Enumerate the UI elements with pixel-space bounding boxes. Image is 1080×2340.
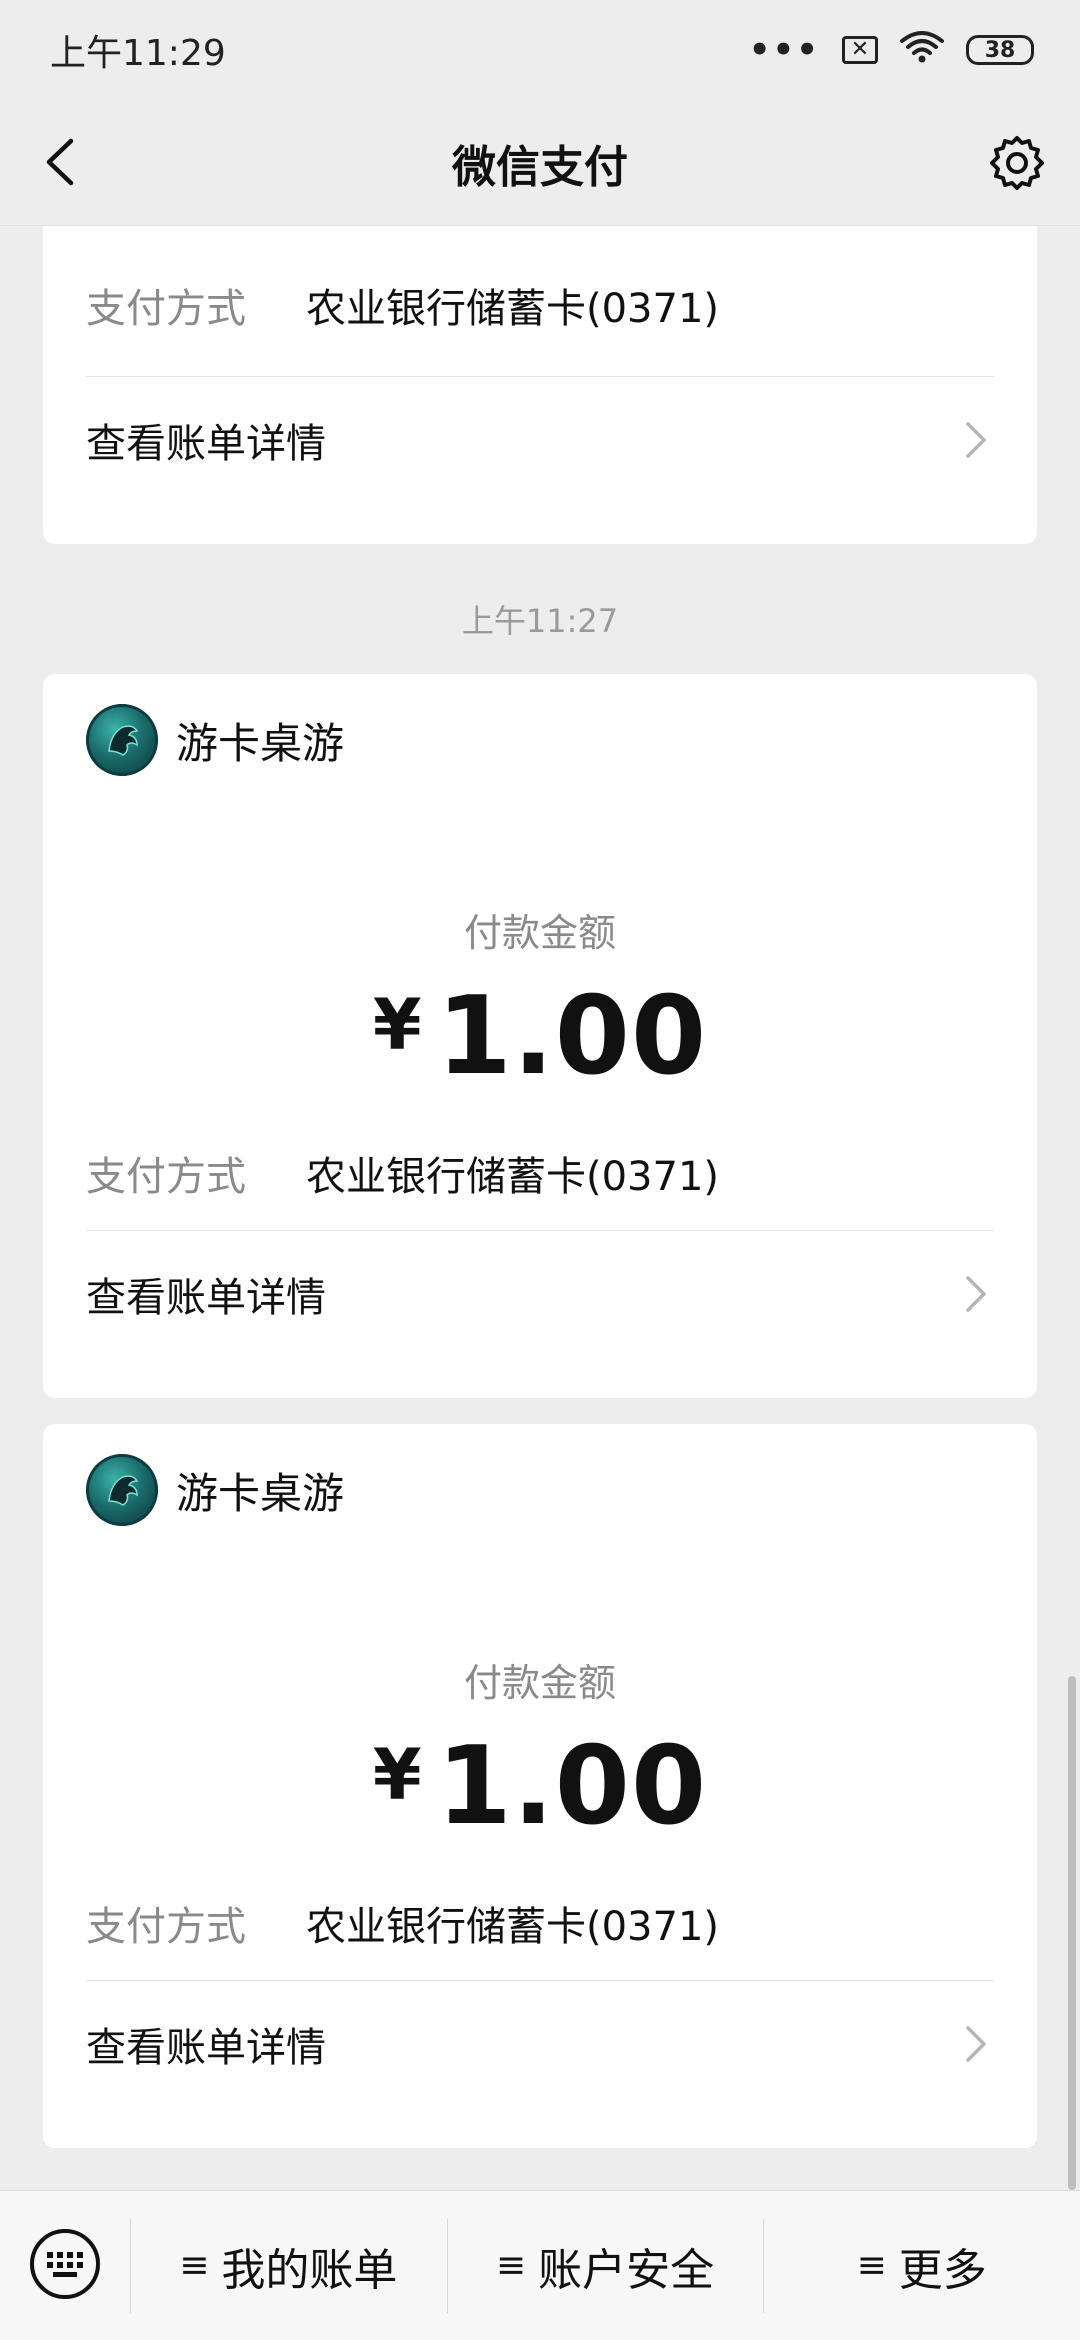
currency-symbol: ¥ [372, 984, 423, 1066]
divider [86, 1230, 994, 1231]
message-list[interactable]: 支付方式 农业银行储蓄卡(0371) 查看账单详情 上午11:27 游卡桌游 付… [0, 226, 1080, 2190]
merchant-logo-icon [86, 704, 158, 776]
nav-bar: 微信支付 [0, 100, 1080, 226]
payment-method-label: 支付方式 [86, 1904, 246, 1950]
merchant-logo-icon [86, 1454, 158, 1526]
merchant-header[interactable]: 游卡桌游 [86, 1454, 344, 1526]
sim-blocked-icon: ✕ [842, 36, 878, 64]
amount-label: 付款金额 [463, 1661, 616, 1705]
message-timestamp: 上午11:27 [461, 602, 619, 640]
payment-card: 游卡桌游 付款金额 ¥1.00 支付方式 农业银行储蓄卡(0371) 查看账单详… [43, 674, 1037, 1398]
menu-more[interactable]: ≡ 更多 [763, 2191, 1080, 2340]
payment-method-row: 支付方式 农业银行储蓄卡(0371) [86, 1144, 994, 1202]
back-arrow-icon[interactable] [30, 132, 90, 192]
menu-list-icon: ≡ [495, 2245, 527, 2286]
scrollbar[interactable] [1068, 1676, 1076, 2190]
status-bar: 上午11:29 ••• ✕ 38 [0, 0, 1080, 100]
gear-icon[interactable] [982, 128, 1052, 198]
menu-my-bills[interactable]: ≡ 我的账单 [130, 2191, 447, 2340]
merchant-header[interactable]: 游卡桌游 [86, 704, 344, 776]
payment-method-label: 支付方式 [86, 1154, 246, 1200]
amount-value: 1.00 [436, 974, 708, 1099]
status-time: 上午11:29 [50, 33, 226, 74]
amount-label: 付款金额 [463, 911, 616, 955]
menu-list-icon: ≡ [856, 2245, 887, 2286]
merchant-name: 游卡桌游 [176, 1468, 345, 1518]
payment-amount: ¥1.00 [43, 974, 1037, 1099]
view-bill-details-link[interactable]: 查看账单详情 [86, 1254, 994, 1334]
merchant-name: 游卡桌游 [176, 718, 345, 768]
status-icons: ••• ✕ 38 [749, 29, 1034, 72]
keyboard-toggle-button[interactable] [0, 2191, 130, 2340]
view-bill-details-label: 查看账单详情 [86, 1275, 326, 1321]
chevron-right-icon [964, 2022, 994, 2066]
chevron-right-icon [964, 1272, 994, 1316]
payment-card: 游卡桌游 付款金额 ¥1.00 支付方式 农业银行储蓄卡(0371) 查看账单详… [43, 1424, 1037, 2148]
currency-symbol: ¥ [372, 1734, 423, 1816]
view-bill-details-label: 查看账单详情 [86, 421, 326, 467]
divider [86, 1980, 994, 1981]
more-dots-icon: ••• [748, 30, 820, 70]
view-bill-details-link[interactable]: 查看账单详情 [86, 2004, 994, 2084]
payment-method-row: 支付方式 农业银行储蓄卡(0371) [86, 1894, 994, 1952]
payment-method-row: 支付方式 农业银行储蓄卡(0371) [86, 276, 994, 334]
menu-list-icon: ≡ [179, 2245, 210, 2286]
page-title: 微信支付 [452, 141, 628, 193]
battery-icon: 38 [966, 35, 1034, 65]
menu-label: 我的账单 [221, 2244, 398, 2296]
payment-amount: ¥1.00 [43, 1724, 1037, 1849]
menu-account-security[interactable]: ≡ 账户安全 [446, 2191, 764, 2340]
view-bill-details-link[interactable]: 查看账单详情 [86, 400, 994, 480]
chevron-right-icon [964, 418, 994, 462]
wifi-icon [900, 29, 944, 72]
payment-method-value: 农业银行储蓄卡(0371) [306, 1904, 720, 1950]
payment-method-value: 农业银行储蓄卡(0371) [306, 286, 720, 332]
payment-card: 支付方式 农业银行储蓄卡(0371) 查看账单详情 [43, 226, 1037, 544]
menu-label: 更多 [898, 2244, 987, 2296]
amount-value: 1.00 [436, 1724, 708, 1849]
keyboard-icon [27, 2226, 103, 2306]
divider [86, 376, 994, 377]
payment-method-label: 支付方式 [86, 286, 246, 332]
payment-method-value: 农业银行储蓄卡(0371) [306, 1154, 720, 1200]
view-bill-details-label: 查看账单详情 [86, 2025, 326, 2071]
bottom-menu-bar: ≡ 我的账单 ≡ 账户安全 ≡ 更多 [0, 2190, 1080, 2340]
menu-label: 账户安全 [538, 2244, 715, 2296]
